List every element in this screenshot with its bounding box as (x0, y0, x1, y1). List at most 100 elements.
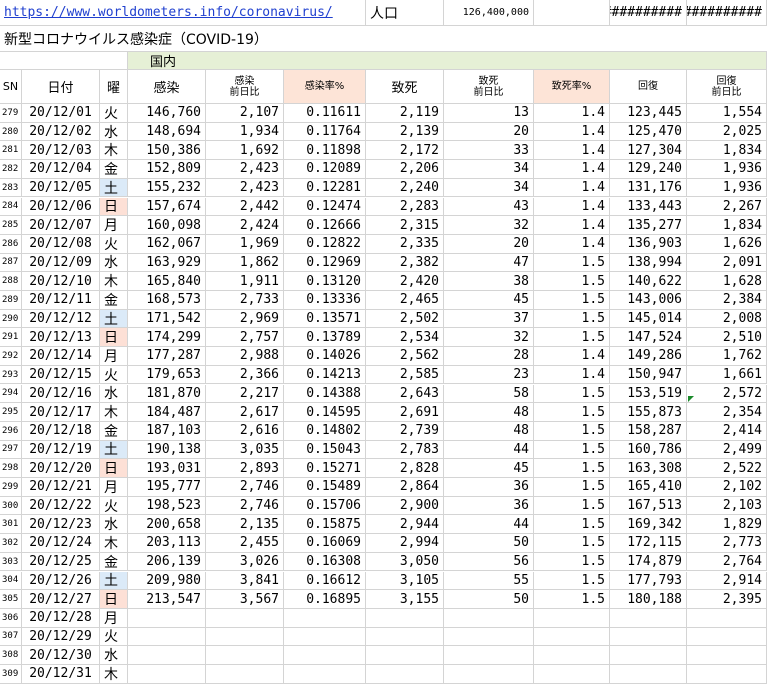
row-recovered-diff: 1,626 (687, 234, 767, 254)
header-deaths-diff-line2: 前日比 (473, 86, 504, 98)
row-fatality-rate: 1.4 (534, 178, 610, 198)
row-cases: 146,760 (128, 104, 206, 123)
row-infection-rate: 0.15271 (284, 459, 366, 478)
row-date: 20/12/14 (22, 347, 100, 366)
row-deaths (366, 646, 444, 665)
row-recovered-diff (687, 608, 767, 628)
row-deaths-diff: 55 (444, 571, 534, 591)
sheet-title: 新型コロナウイルス感染症（COVID-19） (0, 26, 767, 52)
row-deaths-diff (444, 608, 534, 628)
table-row: 282 20/12/04 金 152,809 2,423 0.12089 2,206 34 1.… (0, 160, 767, 179)
row-date: 20/12/22 (22, 496, 100, 516)
row-date: 20/12/03 (22, 141, 100, 161)
link-cell[interactable]: https://www.worldometers.info/coronaviru… (0, 0, 366, 26)
row-deaths-diff: 38 (444, 272, 534, 291)
row-infection-rate: 0.13336 (284, 291, 366, 310)
row-recovered: 138,994 (610, 253, 687, 273)
row-sn: 309 (0, 665, 22, 684)
row-recovered-diff: 1,661 (687, 365, 767, 385)
row-cases-diff (206, 646, 284, 665)
row-recovered: 125,470 (610, 122, 687, 142)
row-recovered-diff: 2,414 (687, 421, 767, 441)
row-sn: 305 (0, 590, 22, 609)
row-deaths: 2,119 (366, 104, 444, 123)
row-cases: 187,103 (128, 421, 206, 441)
row-cases: 148,694 (128, 122, 206, 142)
row-sn: 290 (0, 309, 22, 329)
row-cases (128, 646, 206, 665)
row-sn: 308 (0, 646, 22, 665)
row-deaths-diff: 34 (444, 178, 534, 198)
row-deaths-diff (444, 646, 534, 665)
row-fatality-rate: 1.5 (534, 384, 610, 404)
row-date: 20/12/10 (22, 272, 100, 291)
row-dow: 日 (100, 459, 128, 478)
row-dow: 水 (100, 515, 128, 535)
row-cases-diff: 3,026 (206, 552, 284, 572)
row-dow: 木 (100, 141, 128, 161)
row-dow: 月 (100, 478, 128, 497)
row-fatality-rate: 1.5 (534, 328, 610, 348)
row-cases: 165,840 (128, 272, 206, 291)
worldometers-link[interactable]: https://www.worldometers.info/coronaviru… (4, 5, 333, 20)
table-row: 298 20/12/20 日 193,031 2,893 0.15271 2,828 45 1.… (0, 459, 767, 478)
row-deaths-diff: 48 (444, 421, 534, 441)
row-infection-rate: 0.12089 (284, 160, 366, 179)
row-cases: 198,523 (128, 496, 206, 516)
row-recovered-diff: 2,025 (687, 122, 767, 142)
header-row: SN 日付 曜 感染 感染 前日比 感染率% 致死 致死 前日比 致死率% 回復… (0, 70, 767, 104)
row-dow: 日 (100, 590, 128, 609)
row-sn: 297 (0, 440, 22, 460)
row-date: 20/12/21 (22, 478, 100, 497)
row-infection-rate: 0.14026 (284, 347, 366, 366)
row-date: 20/12/19 (22, 440, 100, 460)
row-fatality-rate: 1.4 (534, 141, 610, 161)
row-recovered: 180,188 (610, 590, 687, 609)
row-fatality-rate (534, 646, 610, 665)
row-deaths-diff: 45 (444, 459, 534, 478)
row-deaths: 2,585 (366, 365, 444, 385)
row-sn: 283 (0, 178, 22, 198)
row-date: 20/12/18 (22, 421, 100, 441)
row-recovered: 160,786 (610, 440, 687, 460)
row-fatality-rate: 1.5 (534, 552, 610, 572)
row-fatality-rate: 1.4 (534, 365, 610, 385)
row-recovered-diff: 2,510 (687, 328, 767, 348)
row-deaths: 2,335 (366, 234, 444, 254)
row-sn: 301 (0, 515, 22, 535)
row-fatality-rate: 1.5 (534, 403, 610, 422)
row-infection-rate: 0.14595 (284, 403, 366, 422)
table-row: 305 20/12/27 日 213,547 3,567 0.16895 3,155 50 1.… (0, 590, 767, 609)
row-cases-diff: 3,035 (206, 440, 284, 460)
top-row: https://www.worldometers.info/coronaviru… (0, 0, 767, 26)
row-sn: 289 (0, 291, 22, 310)
row-deaths-diff: 32 (444, 216, 534, 235)
table-row: 290 20/12/12 土 171,542 2,969 0.13571 2,502 37 1.… (0, 309, 767, 329)
row-cases-diff: 2,617 (206, 403, 284, 422)
row-deaths: 2,562 (366, 347, 444, 366)
header-cases-diff: 感染 前日比 (206, 70, 284, 104)
row-deaths-diff: 50 (444, 590, 534, 609)
table-row: 297 20/12/19 土 190,138 3,035 0.15043 2,783 44 1.… (0, 440, 767, 460)
row-deaths-diff (444, 627, 534, 647)
table-row: 289 20/12/11 金 168,573 2,733 0.13336 2,465 45 1.… (0, 291, 767, 310)
row-fatality-rate: 1.4 (534, 216, 610, 235)
header-dow: 曜 (100, 70, 128, 104)
row-deaths (366, 627, 444, 647)
row-recovered-diff: 2,499 (687, 440, 767, 460)
row-deaths-diff: 23 (444, 365, 534, 385)
row-recovered (610, 665, 687, 684)
row-cases-diff: 2,746 (206, 478, 284, 497)
row-deaths: 2,139 (366, 122, 444, 142)
row-cases-diff: 2,107 (206, 104, 284, 123)
row-sn: 296 (0, 421, 22, 441)
row-deaths-diff: 20 (444, 122, 534, 142)
row-recovered: 150,947 (610, 365, 687, 385)
row-deaths: 2,944 (366, 515, 444, 535)
header-recovered-diff-line1: 回復 (716, 75, 737, 87)
row-dow: 木 (100, 534, 128, 553)
row-deaths-diff: 44 (444, 515, 534, 535)
row-recovered: 135,277 (610, 216, 687, 235)
row-dow: 金 (100, 552, 128, 572)
header-deaths-diff: 致死 前日比 (444, 70, 534, 104)
